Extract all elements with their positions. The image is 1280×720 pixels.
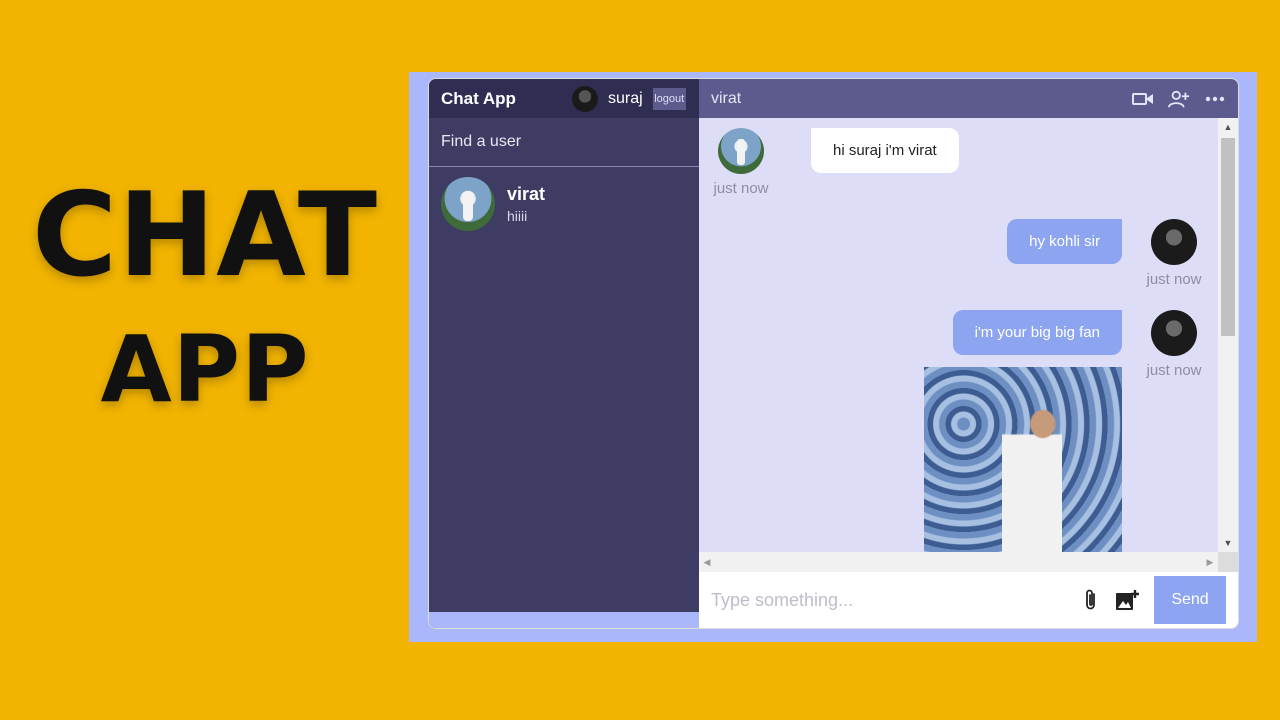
video-camera-icon[interactable] [1132,89,1154,109]
message-info: just now [1142,310,1206,552]
message-input[interactable] [711,589,1078,611]
poster-title-chat: CHAT [31,168,379,303]
sender-avatar [1151,219,1197,265]
user-chat-last-message: hiiii [507,208,528,224]
message-received: just now hi suraj i'm virat [709,128,1206,197]
paperclip-icon[interactable] [1078,587,1104,613]
scrollbar-thumb[interactable] [1221,138,1235,336]
user-chat-name: virat [507,184,546,204]
chat-app-window: Chat App suraj logout virat hiiii virat [428,78,1239,629]
user-chat-avatar [441,177,495,231]
message-content: hy kohli sir [1007,219,1122,288]
chat-header: virat [699,79,1238,118]
horizontal-scrollbar[interactable]: ◀ ▶ [699,552,1218,572]
message-info: just now [1142,219,1206,288]
message-time: just now [1146,271,1202,288]
send-button[interactable]: Send [1154,576,1226,624]
chat-header-icons [1132,89,1226,109]
message-image[interactable] [924,367,1122,552]
logout-button[interactable]: logout [652,87,686,110]
message-time: just now [713,180,769,197]
message-time: just now [1146,362,1202,379]
sender-avatar [1151,310,1197,356]
more-icon[interactable] [1204,89,1226,109]
scrollbar-corner [1218,552,1238,572]
message-content: hi suraj i'm virat [811,128,959,197]
add-user-icon[interactable] [1168,89,1190,109]
vertical-scrollbar[interactable]: ▲ ▼ [1218,118,1238,552]
navbar: Chat App suraj logout [429,79,699,118]
message-info: just now [709,128,773,197]
scroll-down-arrow-icon[interactable]: ▼ [1218,534,1238,552]
chat-title: virat [711,89,742,107]
add-image-icon[interactable] [1114,587,1140,613]
message-bubble: hy kohli sir [1007,219,1122,264]
user-search [429,118,699,167]
app-brand: Chat App [441,88,516,108]
scroll-up-arrow-icon[interactable]: ▲ [1218,118,1238,136]
sender-avatar [718,128,764,174]
message-sent: just now hy kohli sir [709,219,1206,288]
message-bubble: i'm your big big fan [952,310,1122,355]
messages-list[interactable]: just now hi suraj i'm virat just now hy … [699,118,1218,552]
scroll-left-arrow-icon[interactable]: ◀ [699,552,715,572]
messages-area: just now hi suraj i'm virat just now hy … [699,118,1238,572]
sidebar-bottom-strip [429,612,699,628]
message-sent: just now i'm your big big fan [709,310,1206,552]
message-bubble: hi suraj i'm virat [811,128,959,173]
message-content: i'm your big big fan [924,310,1122,552]
current-user-avatar [572,85,598,112]
message-input-bar: Send [699,572,1238,628]
chat-panel: virat just now hi suraj i'm virat just n… [699,79,1238,628]
user-chat-info: virat hiiii [507,184,545,224]
scroll-right-arrow-icon[interactable]: ▶ [1202,552,1218,572]
current-user-name: suraj [608,89,643,107]
user-chat-item[interactable]: virat hiiii [429,167,699,241]
find-user-input[interactable] [441,133,681,151]
sidebar: Chat App suraj logout virat hiiii [429,79,699,628]
poster-title-app: APP [100,316,310,423]
